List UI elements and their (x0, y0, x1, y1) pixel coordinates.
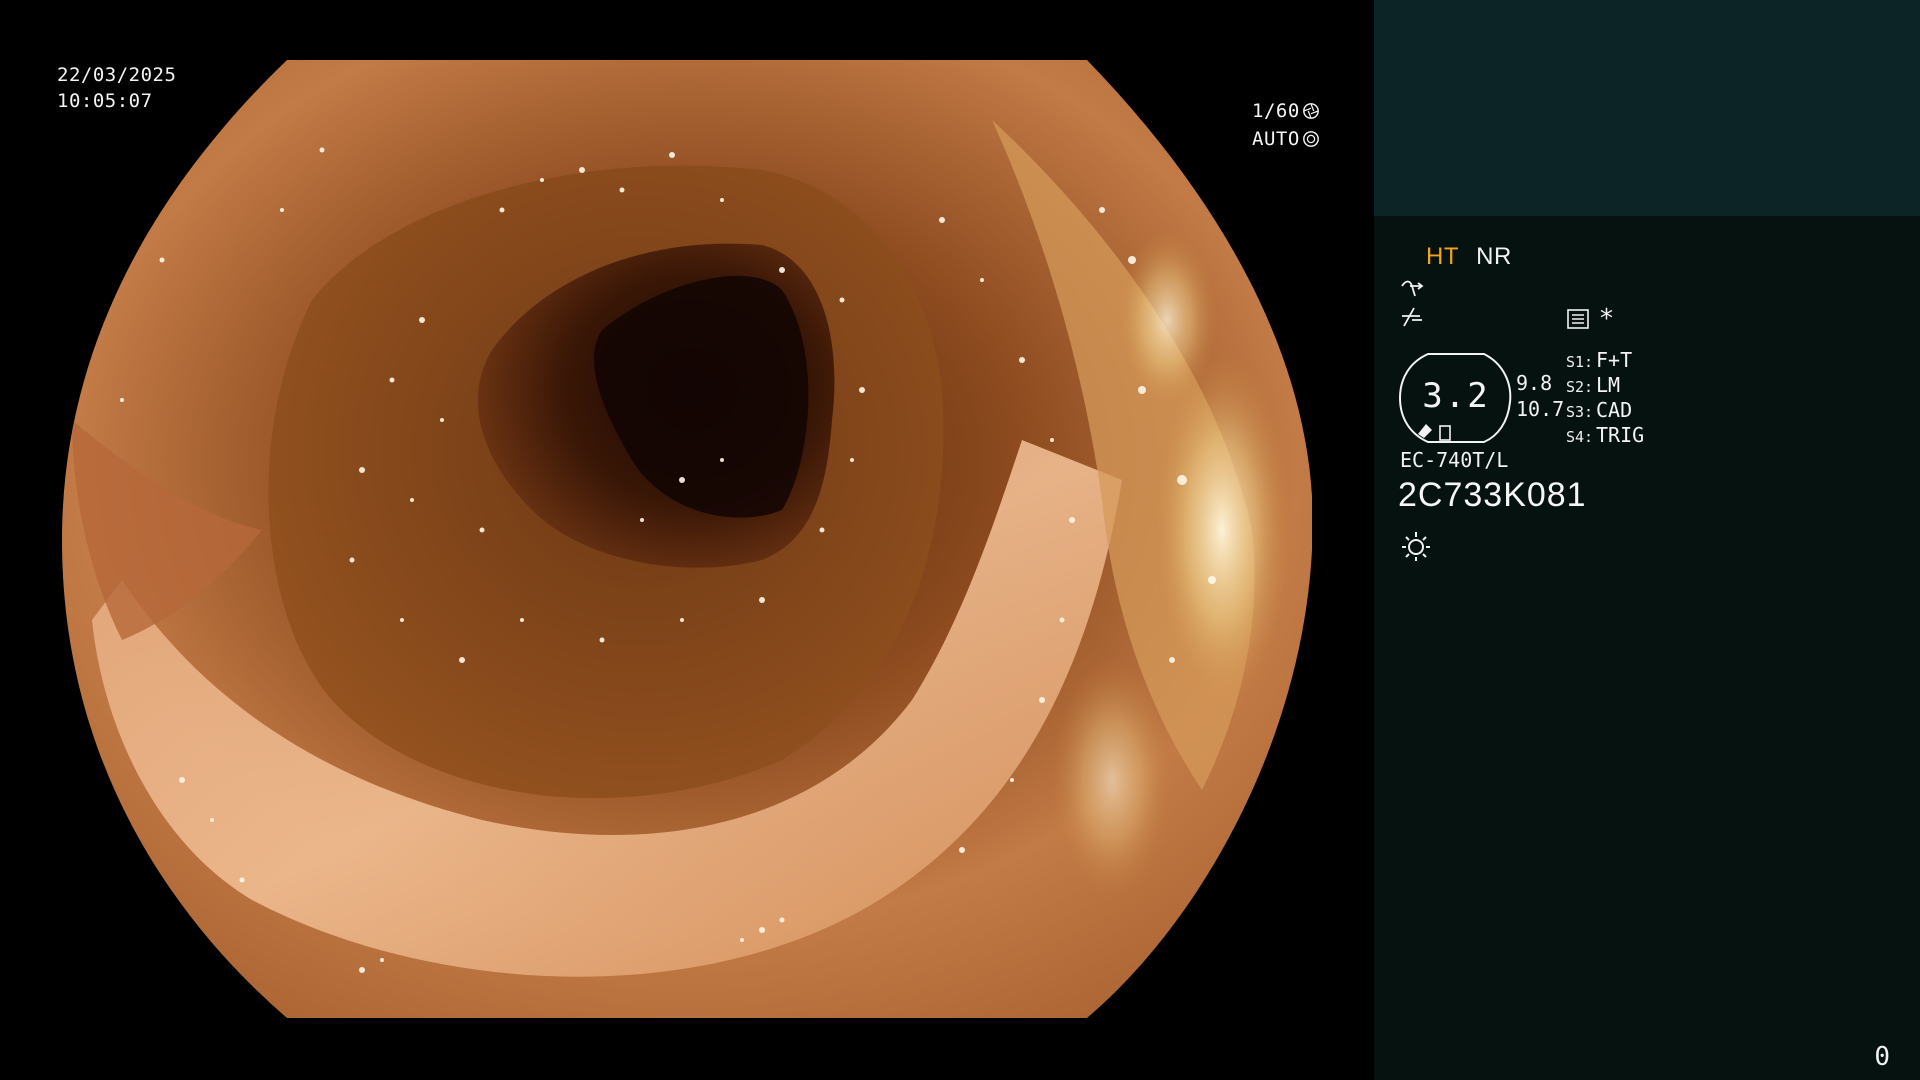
frame-counter: 0 (1874, 1042, 1890, 1072)
asterisk-indicator: * (1600, 304, 1613, 334)
iris-icon (1302, 131, 1319, 147)
ht-indicator: HT (1426, 243, 1459, 270)
switch-row: S4: TRIG (1566, 423, 1644, 448)
switch-row: S2: LM (1566, 373, 1644, 398)
switch-key: S1: (1566, 353, 1594, 371)
endoscope-view-area: 22/03/2025 10:05:07 1/60 AUTO (0, 0, 1374, 1080)
nr-indicator: NR (1476, 243, 1512, 270)
list-icon (1567, 309, 1589, 329)
brightness-icon (1402, 532, 1430, 561)
zoom-badge-icon: 3.2 (1398, 350, 1514, 446)
switch-assignments: S1: F+T S2: LM S3: CAD S4: TRIG (1566, 348, 1644, 448)
switch-key: S4: (1566, 428, 1594, 446)
processing-mode: HT NR (1426, 243, 1512, 271)
switch-row: S3: CAD (1566, 398, 1644, 423)
scope-model: EC-740T/L (1400, 448, 1509, 472)
datetime-overlay: 22/03/2025 10:05:07 (57, 62, 176, 114)
switch-key: S3: (1566, 403, 1594, 421)
switch-value: CAD (1596, 398, 1633, 422)
endoscope-image (62, 60, 1312, 1018)
exposure-mode-row: AUTO (1252, 125, 1320, 153)
slash-icon (1402, 307, 1422, 327)
exposure-overlay: 1/60 AUTO (1252, 97, 1320, 153)
scope-serial: 2C733K081 (1398, 476, 1587, 514)
curve-icon (1401, 280, 1424, 297)
exposure-mode-text: AUTO (1252, 128, 1300, 150)
time-text: 10:05:07 (57, 90, 153, 112)
date-text: 22/03/2025 (57, 64, 177, 86)
zoom-value: 3.2 (1422, 376, 1490, 416)
panel-header-block (1374, 0, 1920, 216)
shutter-row: 1/60 (1252, 97, 1320, 125)
zoom-sub-value-1: 9.8 (1516, 371, 1553, 395)
switch-row: S1: F+T (1566, 348, 1644, 373)
info-panel: HT NR * 3.2 9.8 10.7 S1: F+T S2: LM S3: … (1374, 0, 1920, 1080)
switch-key: S2: (1566, 378, 1594, 396)
switch-value: TRIG (1596, 423, 1645, 447)
zoom-sub-value-2: 10.7 (1516, 397, 1565, 421)
switch-value: LM (1596, 373, 1621, 397)
aperture-icon (1302, 103, 1319, 119)
switch-value: F+T (1596, 348, 1633, 372)
shutter-text: 1/60 (1252, 100, 1300, 122)
